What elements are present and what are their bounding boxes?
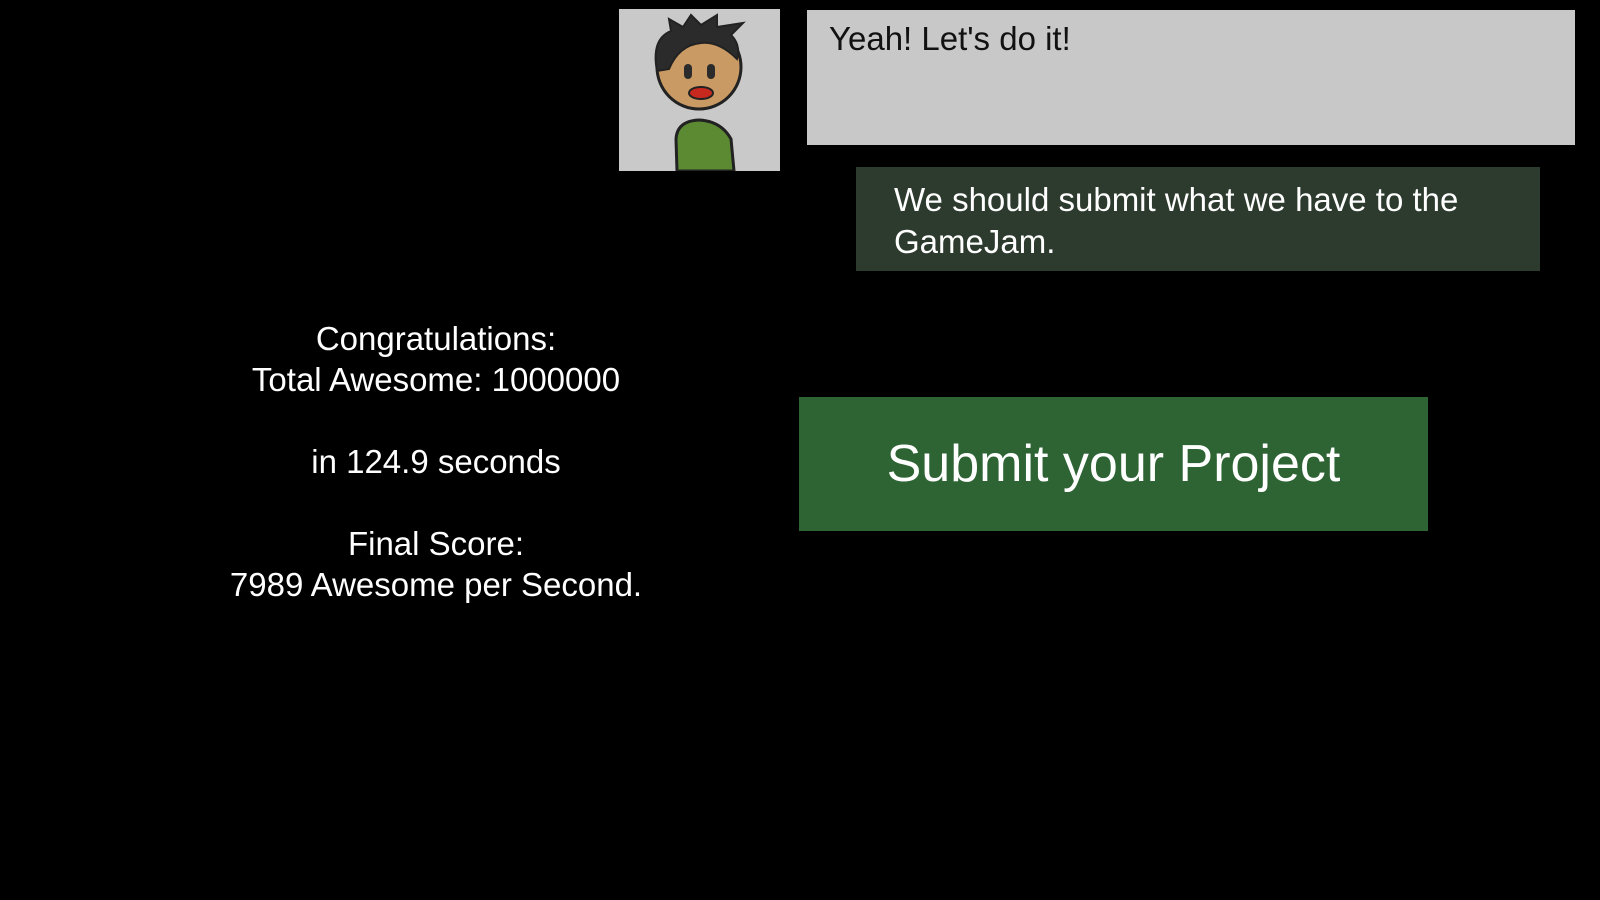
speech-text: Yeah! Let's do it!: [829, 20, 1071, 57]
character-portrait-icon: [654, 13, 746, 171]
elapsed-time: in 124.9 seconds: [311, 443, 561, 480]
submit-project-button[interactable]: Submit your Project: [799, 397, 1428, 531]
final-score-label: Final Score:: [347, 525, 525, 562]
results-spacer: [180, 482, 692, 523]
results-panel: Congratulations: Total Awesome: 1000000 …: [180, 318, 692, 605]
speech-box: Yeah! Let's do it!: [807, 10, 1575, 145]
dialogue-choice-text: We should submit what we have to the Gam…: [894, 181, 1459, 260]
results-spacer: [180, 400, 692, 441]
total-awesome: Total Awesome: 1000000: [251, 361, 621, 398]
dialogue-choice-button[interactable]: We should submit what we have to the Gam…: [856, 167, 1540, 271]
final-score-value: 7989 Awesome per Second.: [229, 566, 643, 603]
results-heading: Congratulations:: [315, 320, 557, 357]
character-portrait: [619, 9, 780, 171]
